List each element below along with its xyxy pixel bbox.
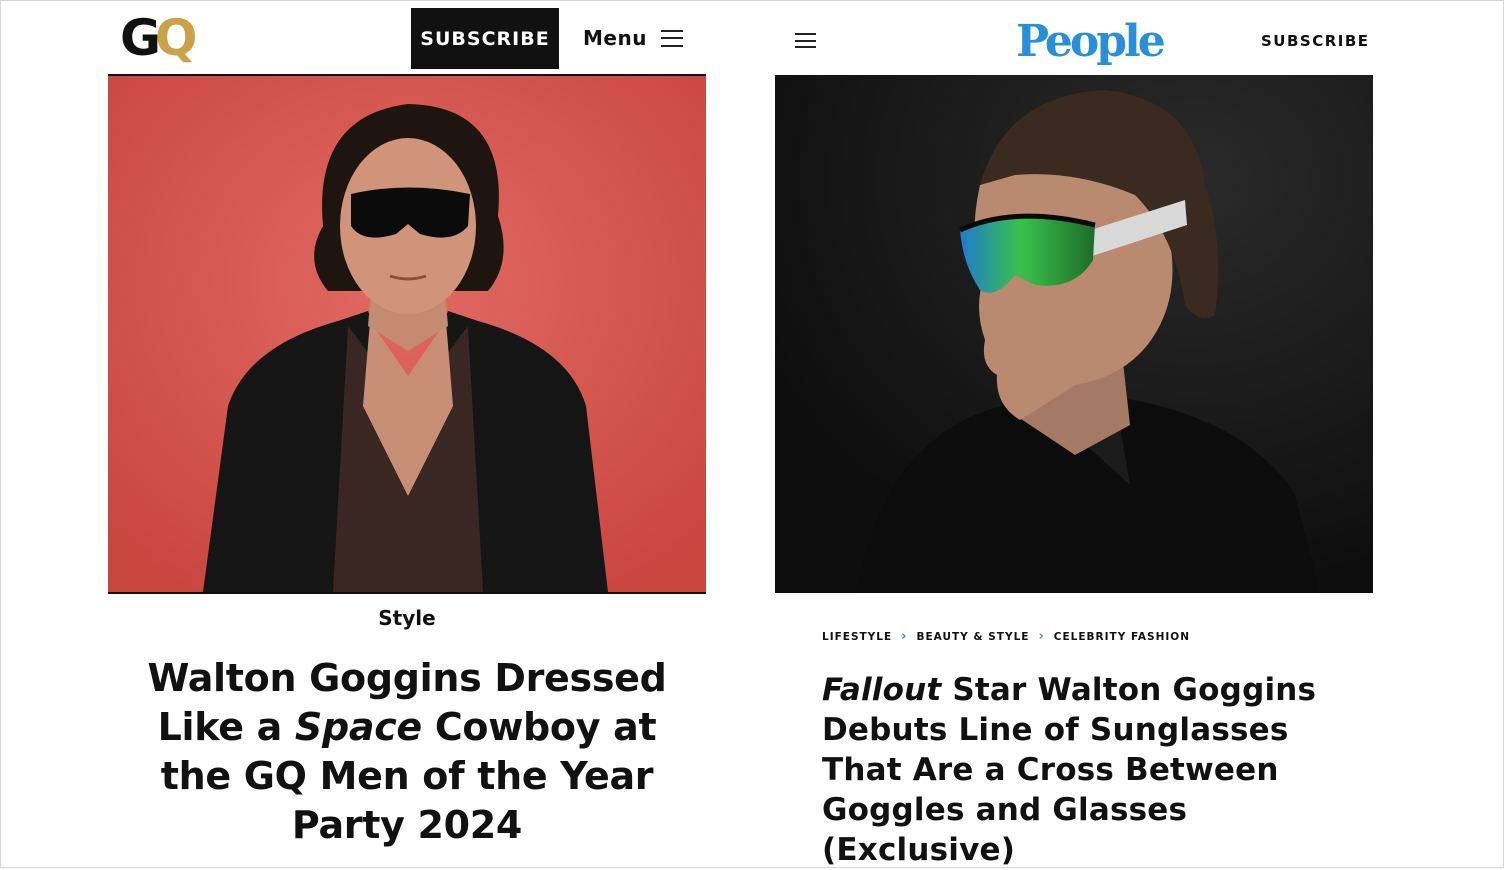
gq-hero-photo [108, 74, 706, 594]
gq-subscribe-button[interactable]: SUBSCRIBE [411, 8, 559, 69]
chevron-right-icon: › [1038, 629, 1045, 644]
hamburger-icon [660, 29, 683, 47]
gq-category-label[interactable]: Style [108, 604, 706, 632]
gq-headline-italic: Space [294, 705, 422, 749]
chevron-right-icon: › [901, 629, 908, 644]
breadcrumb: LIFESTYLE › BEAUTY & STYLE › CELEBRITY F… [822, 628, 1190, 646]
hamburger-icon[interactable] [795, 33, 816, 48]
people-hero-photo [775, 75, 1373, 593]
breadcrumb-beauty-style[interactable]: BEAUTY & STYLE [917, 631, 1030, 643]
gq-photo-illustration [108, 76, 706, 592]
gq-logo-q: Q [155, 9, 197, 67]
people-logo[interactable]: People [1016, 12, 1166, 72]
gq-article-headline: Walton Goggins Dressed Like a Space Cowb… [120, 654, 694, 850]
people-panel: People SUBSCRIBE LIFESTYLE › BEAUTY & ST… [750, 0, 1504, 868]
people-headline-italic: Fallout [822, 672, 942, 708]
breadcrumb-celebrity-fashion[interactable]: CELEBRITY FASHION [1054, 631, 1190, 643]
gq-menu-label: Menu [583, 26, 647, 50]
people-subscribe-button[interactable]: SUBSCRIBE [1261, 30, 1370, 52]
gq-logo-g: G [120, 9, 161, 67]
gq-logo[interactable]: GQ [120, 9, 197, 67]
gq-menu-button[interactable]: Menu [583, 22, 683, 54]
breadcrumb-lifestyle[interactable]: LIFESTYLE [822, 631, 892, 643]
people-article-headline: Fallout Star Walton Goggins Debuts Line … [822, 670, 1362, 870]
gq-panel: GQ SUBSCRIBE Menu Style Walton Goggins D… [0, 0, 750, 868]
people-photo-illustration [775, 75, 1373, 593]
